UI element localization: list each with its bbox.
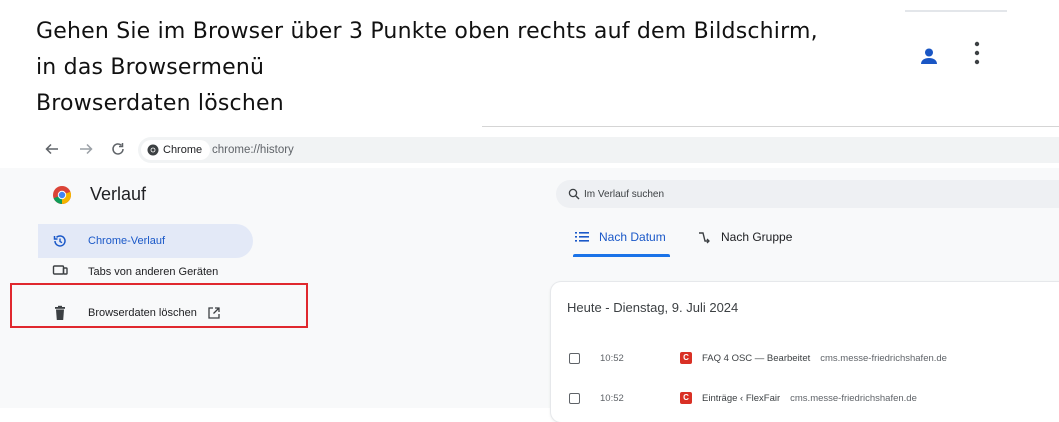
tab-by-group[interactable]: Nach Gruppe (697, 230, 792, 244)
url-text[interactable]: chrome://history (212, 137, 294, 163)
history-row[interactable]: 10:52 C FAQ 4 OSC — Bearbeitet cms.messe… (569, 348, 947, 368)
sidebar-item-other-devices[interactable]: Tabs von anderen Geräten (38, 262, 218, 282)
search-placeholder: Im Verlauf suchen (584, 188, 665, 200)
chrome-icon (147, 144, 159, 156)
sidebar-item-label: Chrome-Verlauf (88, 235, 166, 247)
chrome-logo-icon (53, 185, 71, 204)
active-tab-indicator (573, 254, 670, 257)
tab-label: Nach Gruppe (721, 230, 793, 244)
instruction-line-2: in das Browsermenü (36, 55, 265, 80)
tab-label: Nach Datum (599, 230, 666, 244)
site-favicon-icon: C (680, 352, 692, 364)
day-heading: Heute - Dienstag, 9. Juli 2024 (567, 300, 739, 315)
forward-arrow-icon[interactable] (78, 141, 94, 157)
reload-icon[interactable] (110, 141, 126, 157)
history-row[interactable]: 10:52 C Einträge ‹ FlexFair cms.messe-fr… (569, 388, 917, 408)
history-icon (53, 235, 66, 247)
search-icon (568, 188, 580, 200)
divider (482, 126, 1059, 127)
row-domain: cms.messe-friedrichshafen.de (820, 352, 947, 364)
page-header: Verlauf (52, 184, 146, 205)
group-icon (699, 232, 710, 244)
list-icon (575, 232, 589, 242)
sidebar-item-chrome-history[interactable]: Chrome-Verlauf (38, 224, 253, 258)
tab-by-date[interactable]: Nach Datum (575, 230, 666, 244)
instruction-line-1: Gehen Sie im Browser über 3 Punkte oben … (36, 19, 818, 44)
highlight-box (10, 283, 308, 328)
site-favicon-icon: C (680, 392, 692, 404)
three-dots-vertical-icon[interactable] (974, 40, 980, 66)
row-domain: cms.messe-friedrichshafen.de (790, 392, 917, 404)
row-checkbox[interactable] (569, 352, 580, 364)
browser-menu-crop (905, 10, 1007, 92)
devices-icon (52, 265, 68, 275)
row-checkbox[interactable] (569, 392, 580, 404)
row-time: 10:52 (600, 392, 624, 404)
address-bar[interactable]: Chrome chrome://history (138, 137, 1059, 163)
row-title[interactable]: Einträge ‹ FlexFair (702, 393, 780, 404)
back-arrow-icon[interactable] (44, 141, 60, 157)
sidebar-item-label: Tabs von anderen Geräten (88, 266, 219, 278)
history-card: Heute - Dienstag, 9. Juli 2024 10:52 C F… (551, 282, 1059, 422)
site-chip-label: Chrome (163, 144, 203, 156)
browser-toolbar: Chrome chrome://history (0, 134, 1059, 166)
site-chip[interactable]: Chrome (141, 140, 211, 160)
instruction-text: Gehen Sie im Browser über 3 Punkte oben … (36, 14, 818, 122)
row-time: 10:52 (600, 352, 624, 364)
history-search-field[interactable]: Im Verlauf suchen (556, 180, 1059, 208)
row-title[interactable]: FAQ 4 OSC — Bearbeitet (702, 353, 810, 364)
person-icon[interactable] (919, 46, 939, 66)
instruction-line-3: Browserdaten löschen (36, 91, 284, 116)
page-title: Verlauf (90, 184, 147, 204)
